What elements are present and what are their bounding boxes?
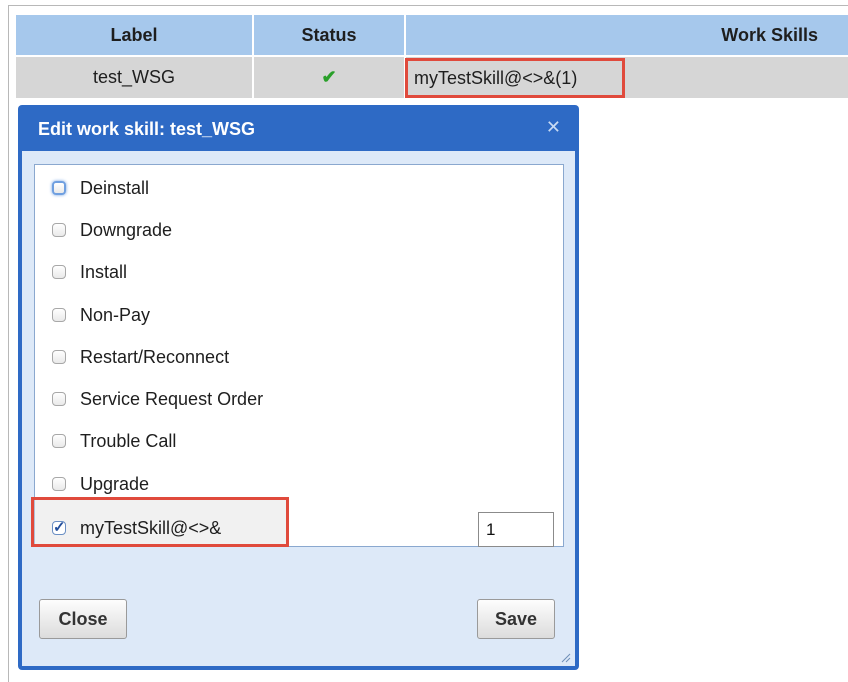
checkbox[interactable] [52, 350, 66, 364]
checkbox-checked[interactable] [52, 518, 66, 536]
close-button[interactable]: Close [39, 599, 127, 639]
check-icon: ✔ [321, 67, 337, 87]
checkbox[interactable] [52, 434, 66, 448]
skill-label: Deinstall [80, 177, 150, 198]
checkbox[interactable] [52, 181, 66, 195]
resize-handle-icon[interactable] [559, 650, 571, 663]
work-skill-link[interactable]: myTestSkill@<>&(1) [405, 58, 625, 98]
list-item-restart-reconnect[interactable]: Restart/Reconnect [52, 342, 229, 372]
checkbox[interactable] [52, 223, 66, 237]
checkbox[interactable] [52, 477, 66, 491]
skill-label: myTestSkill@<>& [80, 517, 222, 538]
skill-label: Trouble Call [80, 430, 177, 451]
column-header-work-skills[interactable]: Work Skills [406, 15, 848, 55]
table-header: Label Status Work Skills [16, 15, 848, 55]
close-icon[interactable]: ✕ [546, 117, 561, 138]
row-label-cell: test_WSG [16, 57, 254, 98]
checkbox[interactable] [52, 392, 66, 406]
row-status-cell: ✔ [254, 57, 406, 98]
column-header-status[interactable]: Status [254, 15, 406, 55]
list-item-deinstall[interactable]: Deinstall [52, 173, 149, 203]
list-item-install[interactable]: Install [52, 257, 127, 287]
save-button[interactable]: Save [477, 599, 555, 639]
skill-label: Upgrade [80, 473, 150, 494]
skill-label: Install [80, 261, 128, 282]
skill-label: Downgrade [80, 219, 173, 240]
list-item-non-pay[interactable]: Non-Pay [52, 300, 150, 330]
dialog-title: Edit work skill: test_WSG [38, 119, 256, 139]
column-header-label[interactable]: Label [16, 15, 254, 55]
list-item-upgrade[interactable]: Upgrade [52, 469, 149, 499]
checkbox[interactable] [52, 308, 66, 322]
list-item-downgrade[interactable]: Downgrade [52, 215, 172, 245]
list-item-service-request-order[interactable]: Service Request Order [52, 384, 263, 414]
skill-label: Restart/Reconnect [80, 346, 230, 367]
skill-label: Non-Pay [80, 304, 151, 325]
skill-label: Service Request Order [80, 388, 264, 409]
checkbox[interactable] [52, 265, 66, 279]
qualification-level-input[interactable]: 1 [478, 512, 554, 547]
list-item-trouble-call[interactable]: Trouble Call [52, 426, 176, 456]
list-item-mytestskill[interactable]: myTestSkill@<>& [52, 513, 221, 543]
